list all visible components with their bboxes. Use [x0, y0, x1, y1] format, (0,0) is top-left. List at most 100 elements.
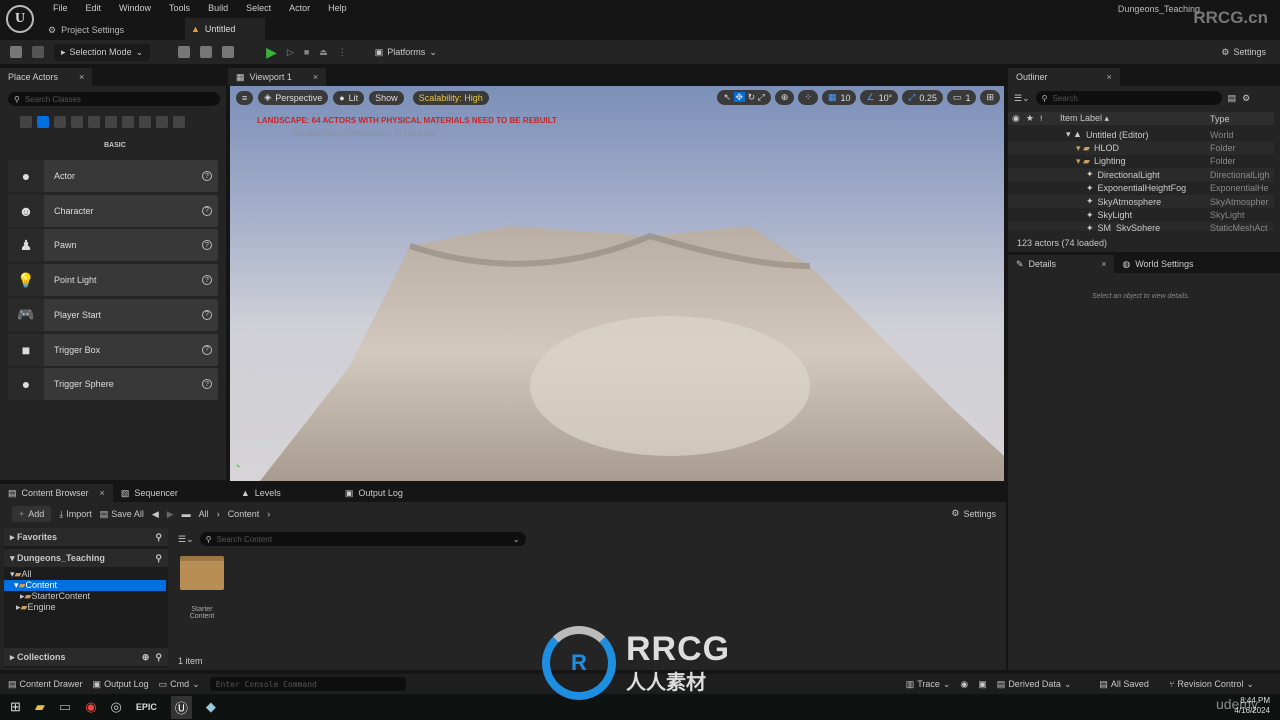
- perspective-button[interactable]: ◈ Perspective: [258, 90, 329, 105]
- transform-tools[interactable]: ↖ ✥ ↻ ⤢: [717, 90, 771, 105]
- actor-item-trigger-sphere[interactable]: ● Trigger Sphere?: [8, 368, 218, 401]
- all-classes-icon[interactable]: [156, 116, 168, 128]
- menu-window[interactable]: Window: [110, 3, 160, 13]
- outliner-row[interactable]: ▾ ▲ Untitled (Editor) World: [1008, 128, 1274, 141]
- geometry-icon[interactable]: [122, 116, 134, 128]
- add-button[interactable]: + Add: [12, 506, 52, 522]
- save-all-button[interactable]: ▤ Save All: [100, 509, 144, 520]
- actor-item-pawn[interactable]: ♟ Pawn?: [8, 229, 218, 262]
- selection-mode-dropdown[interactable]: ▸ Selection Mode ⌄: [54, 43, 151, 61]
- angle-snap[interactable]: ∠ 10°: [860, 90, 899, 105]
- close-icon[interactable]: ×: [1101, 259, 1106, 269]
- project-header[interactable]: ▾ Dungeons_Teaching ⚲: [4, 549, 168, 567]
- help-icon[interactable]: ?: [202, 171, 212, 181]
- tab-untitled[interactable]: ▲ Untitled: [185, 18, 265, 40]
- content-settings-button[interactable]: ⚙ Settings: [951, 508, 996, 519]
- outliner-row[interactable]: ✦ SkyLight SkyLight: [1008, 208, 1274, 221]
- import-button[interactable]: ⤓ Import: [59, 509, 92, 520]
- close-icon[interactable]: ×: [1107, 72, 1112, 82]
- tab-project-settings[interactable]: ⚙ Project Settings: [48, 21, 124, 39]
- tab-content-browser[interactable]: ▤ Content Browser ×: [0, 484, 113, 502]
- tab-sequencer[interactable]: ▧ Sequencer: [112, 484, 233, 502]
- tab-outliner[interactable]: Outliner ×: [1008, 68, 1120, 86]
- tree-item-engine[interactable]: ▸▰Engine: [4, 602, 168, 613]
- app-icon[interactable]: ◆: [206, 699, 216, 715]
- more-icon[interactable]: ⋮: [338, 47, 347, 58]
- settings-button[interactable]: ⚙ Settings: [1221, 47, 1266, 58]
- help-icon[interactable]: ?: [202, 344, 212, 355]
- outliner-row[interactable]: ✦ ExponentialHeightFog ExponentialHe: [1008, 182, 1274, 195]
- help-icon[interactable]: ?: [202, 205, 212, 216]
- terminal-icon[interactable]: ▭: [59, 699, 71, 715]
- actor-item-character[interactable]: ☻ Character?: [8, 194, 218, 227]
- lit-button[interactable]: ● Lit: [333, 90, 365, 105]
- close-icon[interactable]: ×: [313, 72, 318, 82]
- help-icon[interactable]: ?: [202, 379, 212, 390]
- world-local-icon[interactable]: ⊕: [774, 90, 795, 105]
- eject-icon[interactable]: ⏏: [319, 47, 328, 58]
- search-icon[interactable]: ⚲: [155, 553, 162, 564]
- help-icon[interactable]: ?: [202, 309, 212, 320]
- revision-control-dropdown[interactable]: ⑂ Revision Control ⌄: [1169, 679, 1254, 690]
- search-classes-input[interactable]: ⚲ Search Classes: [8, 92, 220, 106]
- search-icon[interactable]: ⚲: [155, 532, 162, 543]
- back-icon[interactable]: ◀: [152, 509, 159, 520]
- outliner-row[interactable]: ✦ SkyAtmosphere SkyAtmospher: [1008, 194, 1274, 209]
- actor-item-point-light[interactable]: 💡 Point Light?: [8, 264, 218, 297]
- tree-item-content[interactable]: ▾▰Content: [4, 580, 166, 591]
- asset-startercontent[interactable]: Starter Content: [178, 556, 226, 620]
- windows-start-icon[interactable]: ⊞: [10, 699, 21, 715]
- cinematic-icon[interactable]: [88, 116, 100, 128]
- tab-levels[interactable]: ▲ Levels: [232, 484, 337, 502]
- output-log-button[interactable]: ▣ Output Log: [93, 679, 149, 690]
- browse-icon[interactable]: [32, 46, 44, 58]
- search-icon[interactable]: ⚲: [155, 652, 162, 663]
- unreal-logo[interactable]: U: [6, 5, 34, 33]
- menu-select[interactable]: Select: [237, 3, 280, 13]
- shapes-icon[interactable]: [71, 116, 83, 128]
- unreal-engine-icon[interactable]: Ⓤ: [170, 695, 192, 719]
- outliner-search-input[interactable]: ⚲ Search: [1035, 91, 1222, 105]
- filter-icon[interactable]: ☰⌄: [178, 534, 194, 545]
- stop-icon[interactable]: ■: [304, 47, 309, 57]
- cmd-dropdown[interactable]: ▭ Cmd ⌄: [159, 679, 200, 690]
- file-explorer-icon[interactable]: ▰: [35, 699, 45, 715]
- basic-icon[interactable]: [37, 116, 49, 128]
- forward-icon[interactable]: ▶: [167, 509, 174, 520]
- menu-help[interactable]: Help: [319, 3, 356, 13]
- derived-data-dropdown[interactable]: ▤ Derived Data ⌄: [997, 679, 1072, 690]
- tab-viewport[interactable]: ▦ Viewport 1 ×: [228, 68, 327, 86]
- play-icon[interactable]: ▶: [266, 44, 277, 61]
- blueprint-icon[interactable]: [200, 46, 213, 58]
- menu-edit[interactable]: Edit: [77, 3, 111, 13]
- tab-output-log[interactable]: ▣ Output Log: [336, 484, 411, 502]
- step-icon[interactable]: ▷: [287, 47, 294, 58]
- volumes-icon[interactable]: [139, 116, 151, 128]
- screenshot-icon[interactable]: ▣: [978, 679, 987, 690]
- lights-icon[interactable]: [54, 116, 66, 128]
- filter-icon[interactable]: ☰⌄: [1014, 93, 1030, 104]
- collections-header[interactable]: ▸ Collections ⊕ ⚲: [4, 648, 168, 666]
- scalability-button[interactable]: Scalability: High: [412, 90, 489, 105]
- tree-item-all[interactable]: ▾▰All: [4, 569, 168, 580]
- cinematics-icon[interactable]: [222, 46, 235, 58]
- surface-snap-icon[interactable]: ⁘: [798, 90, 818, 105]
- close-icon[interactable]: ×: [100, 488, 105, 498]
- davinci-icon[interactable]: ◎: [111, 699, 122, 715]
- actor-item-player-start[interactable]: 🎮 Player Start?: [8, 298, 218, 331]
- breadcrumb-all[interactable]: All: [199, 509, 209, 519]
- add-actor-icon[interactable]: [178, 46, 191, 58]
- outliner-row[interactable]: ▾ ▰ HLOD Folder: [1008, 141, 1274, 155]
- chevron-down-icon[interactable]: ⌄: [513, 535, 520, 544]
- content-drawer-button[interactable]: ▤ Content Drawer: [8, 679, 83, 690]
- gear-icon[interactable]: ⚙: [1242, 93, 1250, 104]
- menu-file[interactable]: File: [44, 3, 77, 13]
- viewport-scene[interactable]: ≡ ◈ Perspective ● Lit Show Scalability: Hi…: [230, 86, 1004, 481]
- menu-tools[interactable]: Tools: [160, 3, 199, 13]
- outliner-row[interactable]: ✦ DirectionalLight DirectionalLigh: [1008, 168, 1274, 182]
- tab-world-settings[interactable]: ◍ World Settings: [1114, 255, 1202, 273]
- epic-games-icon[interactable]: EPIC: [136, 702, 157, 712]
- other-icon[interactable]: [173, 116, 185, 128]
- trace-dropdown[interactable]: ▥ Trace ⌄: [906, 679, 951, 690]
- tree-item-startercontent[interactable]: ▸▰StarterContent: [4, 591, 168, 602]
